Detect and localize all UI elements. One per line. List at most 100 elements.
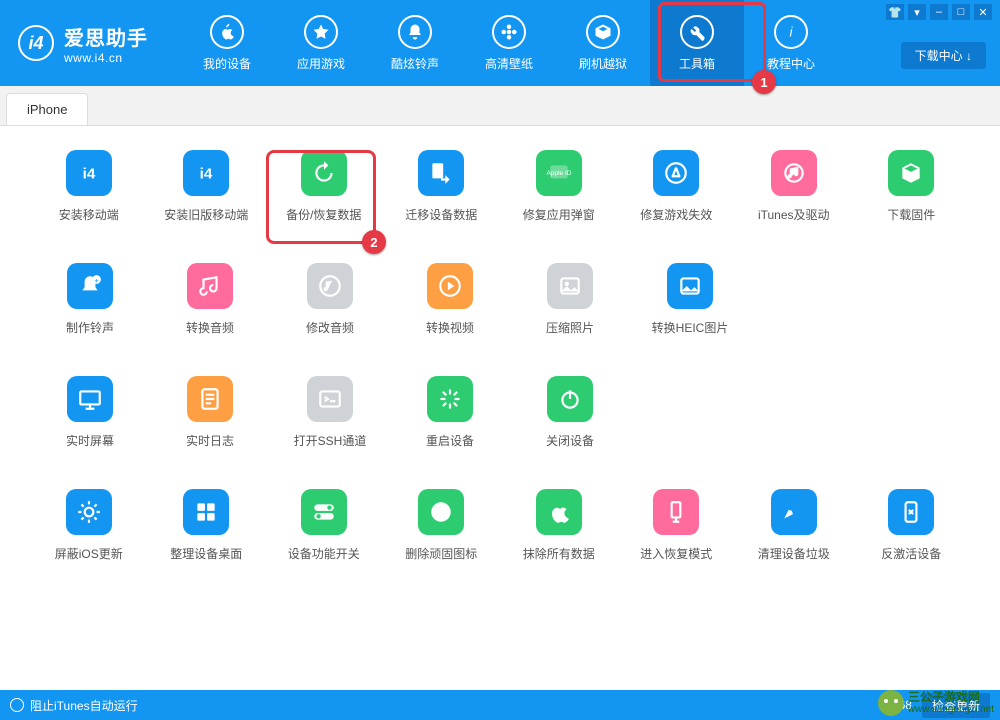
tool-make-ringtone[interactable]: + 制作铃声 (30, 263, 150, 336)
apple-icon (210, 15, 244, 49)
loading-icon (427, 376, 473, 422)
nav-flash-jailbreak[interactable]: 刷机越狱 (556, 0, 650, 86)
nav-label: 酷炫铃声 (391, 55, 439, 72)
i4-icon: i4 (66, 150, 112, 196)
tool-row: i4安装移动端 i4安装旧版移动端 备份/恢复数据 迁移设备数据 Apple I… (30, 150, 970, 223)
check-update-button[interactable]: 检查更新 (922, 693, 990, 718)
tool-edit-audio[interactable]: 修改音频 (270, 263, 390, 336)
minimize-button[interactable]: – (930, 4, 948, 20)
phone-x-icon (888, 489, 934, 535)
tool-convert-audio[interactable]: 转换音频 (150, 263, 270, 336)
tool-label: 转换HEIC图片 (652, 319, 729, 336)
tool-label: 打开SSH通道 (294, 432, 367, 449)
tool-label: 压缩照片 (546, 319, 594, 336)
tool-label: 制作铃声 (66, 319, 114, 336)
tool-clean-junk[interactable]: 清理设备垃圾 (735, 489, 853, 562)
monitor-icon (67, 376, 113, 422)
nav-label: 工具箱 (679, 55, 715, 72)
tool-install-old-mobile[interactable]: i4安装旧版移动端 (148, 150, 266, 223)
play-icon (427, 263, 473, 309)
menu-button[interactable]: ▾ (908, 4, 926, 20)
appstore-icon (653, 150, 699, 196)
nav-apps-games[interactable]: 应用游戏 (274, 0, 368, 86)
tool-realtime-log[interactable]: 实时日志 (150, 376, 270, 449)
tool-install-mobile[interactable]: i4安装移动端 (30, 150, 148, 223)
block-itunes-label[interactable]: 阻止iTunes自动运行 (30, 697, 138, 714)
tool-deactivate-device[interactable]: 反激活设备 (853, 489, 971, 562)
nav-wallpapers[interactable]: 高清壁纸 (462, 0, 556, 86)
time-machine-icon (301, 150, 347, 196)
tab-iphone[interactable]: iPhone (6, 93, 88, 125)
tool-label: 关闭设备 (546, 432, 594, 449)
box-icon (586, 15, 620, 49)
tool-label: iTunes及驱动 (758, 206, 830, 223)
tool-feature-switch[interactable]: 设备功能开关 (265, 489, 383, 562)
maximize-button[interactable]: □ (952, 4, 970, 20)
logo-area: i4 爱思助手 www.i4.cn (0, 22, 180, 65)
terminal-icon (307, 376, 353, 422)
bell-plus-icon: + (67, 263, 113, 309)
music-icon (187, 263, 233, 309)
gear-icon (66, 489, 112, 535)
broom-icon (771, 489, 817, 535)
tool-fix-popup[interactable]: Apple ID修复应用弹窗 (500, 150, 618, 223)
svg-text:+: + (94, 276, 99, 285)
nav-label: 教程中心 (767, 55, 815, 72)
i4-icon: i4 (183, 150, 229, 196)
tool-recovery-mode[interactable]: 进入恢复模式 (618, 489, 736, 562)
nav-my-device[interactable]: 我的设备 (180, 0, 274, 86)
tool-label: 备份/恢复数据 (286, 206, 361, 223)
tool-ssh-tunnel[interactable]: 打开SSH通道 (270, 376, 390, 449)
tool-grid: i4安装移动端 i4安装旧版移动端 备份/恢复数据 迁移设备数据 Apple I… (0, 126, 1000, 562)
nav-ringtones[interactable]: 酷炫铃声 (368, 0, 462, 86)
nav-toolbox[interactable]: 工具箱 (650, 0, 744, 86)
tool-label: 进入恢复模式 (640, 545, 712, 562)
image-icon (547, 263, 593, 309)
tools-icon (680, 15, 714, 49)
tool-organize-desktop[interactable]: 整理设备桌面 (148, 489, 266, 562)
tool-delete-stubborn-icon[interactable]: 删除顽固图标 (383, 489, 501, 562)
appstore-icon (304, 15, 338, 49)
skin-button[interactable]: 👕 (886, 4, 904, 20)
bell-icon (398, 15, 432, 49)
annotation-badge-1: 1 (752, 70, 776, 94)
image-convert-icon (667, 263, 713, 309)
tool-realtime-screen[interactable]: 实时屏幕 (30, 376, 150, 449)
tool-label: 重启设备 (426, 432, 474, 449)
tool-itunes-driver[interactable]: iTunes及驱动 (735, 150, 853, 223)
music-edit-icon (307, 263, 353, 309)
tool-download-firmware[interactable]: 下载固件 (853, 150, 971, 223)
tool-label: 修复游戏失效 (640, 206, 712, 223)
tool-convert-heic[interactable]: 转换HEIC图片 (630, 263, 750, 336)
logo-icon: i4 (18, 25, 54, 61)
apple-icon (536, 489, 582, 535)
tool-compress-photo[interactable]: 压缩照片 (510, 263, 630, 336)
tool-shutdown-device[interactable]: 关闭设备 (510, 376, 630, 449)
itunes-icon (771, 150, 817, 196)
close-button[interactable]: ✕ (974, 4, 992, 20)
radio-unchecked-icon[interactable] (10, 698, 24, 712)
tool-row: 屏蔽iOS更新 整理设备桌面 设备功能开关 删除顽固图标 抹除所有数据 进入恢复… (30, 489, 970, 562)
grid-icon (183, 489, 229, 535)
tool-migrate-data[interactable]: 迁移设备数据 (383, 150, 501, 223)
tool-label: 删除顽固图标 (405, 545, 477, 562)
tool-label: 转换视频 (426, 319, 474, 336)
svg-text:i4: i4 (200, 165, 213, 182)
tool-backup-restore[interactable]: 备份/恢复数据 (265, 150, 383, 223)
tool-block-ios-update[interactable]: 屏蔽iOS更新 (30, 489, 148, 562)
top-bar: i4 爱思助手 www.i4.cn 我的设备 应用游戏 酷炫铃声 高清壁纸 刷机… (0, 0, 1000, 86)
tool-fix-game[interactable]: 修复游戏失效 (618, 150, 736, 223)
tool-restart-device[interactable]: 重启设备 (390, 376, 510, 449)
download-center-button[interactable]: 下载中心 ↓ (901, 42, 986, 69)
tool-label: 抹除所有数据 (523, 545, 595, 562)
svg-text:i4: i4 (82, 165, 95, 182)
tool-label: 实时屏幕 (66, 432, 114, 449)
brand-name: 爱思助手 (64, 22, 148, 51)
power-icon (547, 376, 593, 422)
tool-erase-all-data[interactable]: 抹除所有数据 (500, 489, 618, 562)
tool-label: 屏蔽iOS更新 (55, 545, 123, 562)
svg-text:Apple ID: Apple ID (546, 170, 571, 177)
status-bar: 阻止iTunes自动运行 V7.68 检查更新 (0, 690, 1000, 720)
brand-url: www.i4.cn (64, 51, 148, 65)
tool-convert-video[interactable]: 转换视频 (390, 263, 510, 336)
